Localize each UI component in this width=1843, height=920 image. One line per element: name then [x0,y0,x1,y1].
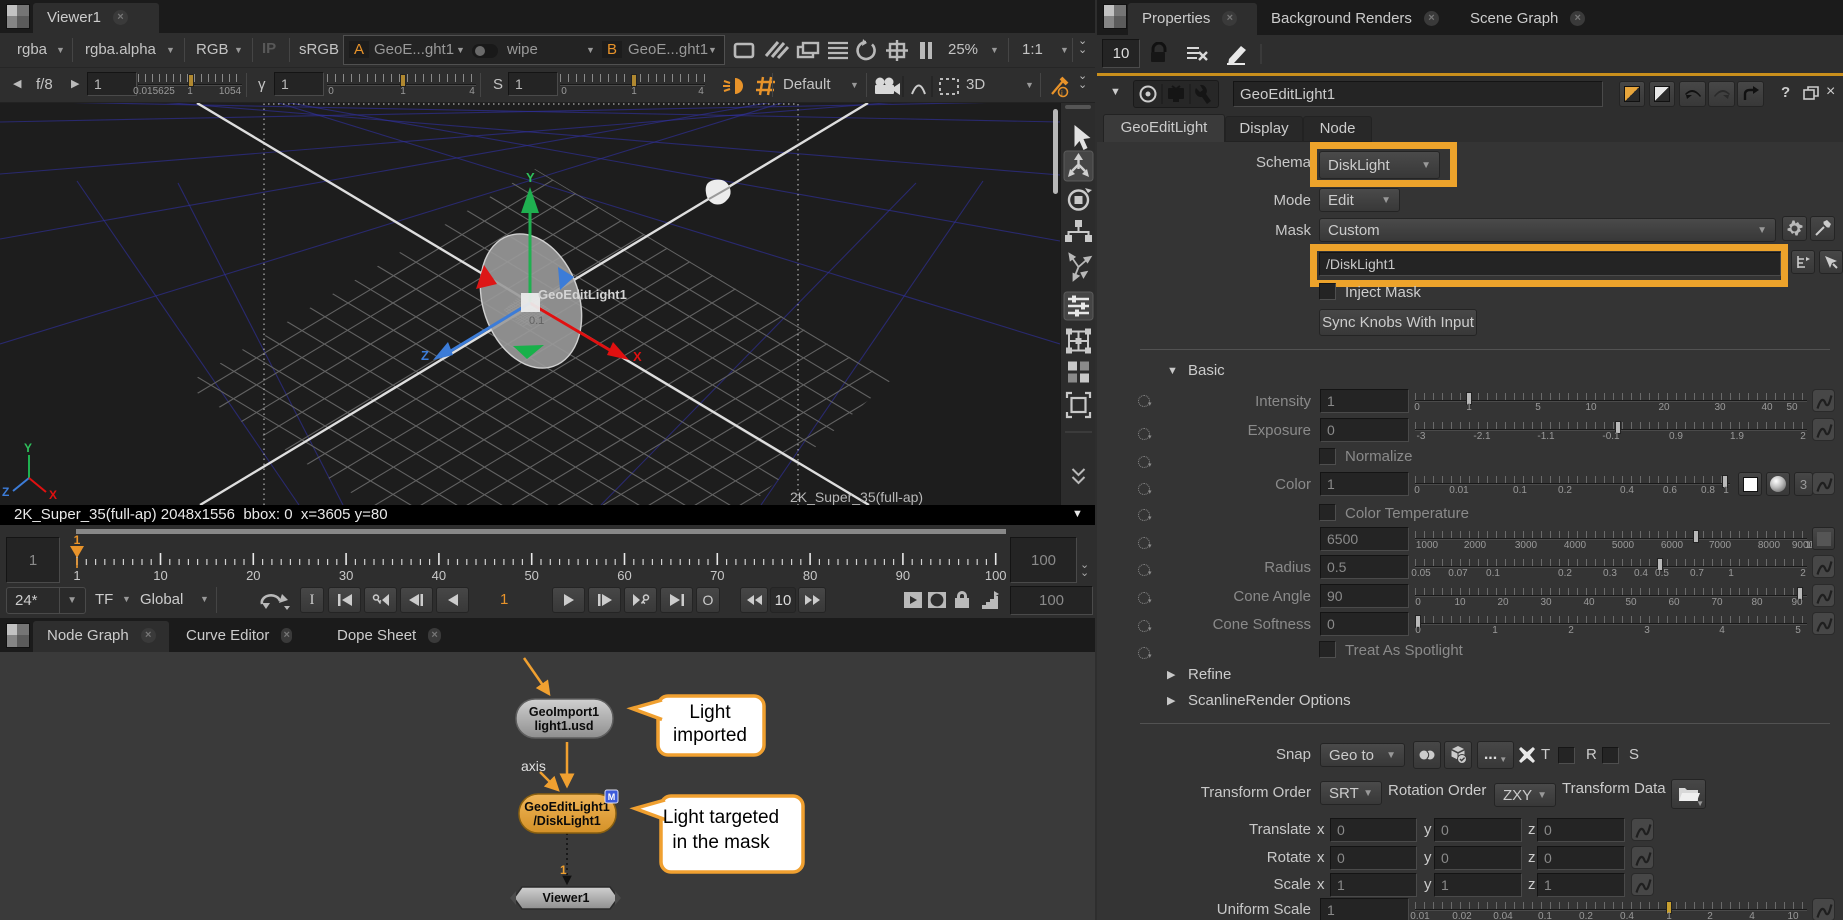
svg-text:Z: Z [421,348,429,363]
svg-text:Viewer1: Viewer1 [542,891,589,905]
svg-text:10: 10 [153,568,167,583]
svg-text:M: M [608,792,616,802]
svg-text:X: X [633,349,642,364]
svg-text:Y: Y [24,441,32,455]
svg-text:80: 80 [803,568,817,583]
svg-text:100: 100 [985,568,1007,583]
svg-text:GeoImport1: GeoImport1 [529,705,599,719]
svg-text:70: 70 [710,568,724,583]
svg-text:/DiskLight1: /DiskLight1 [533,814,600,828]
svg-text:Y: Y [526,170,535,185]
svg-text:i: i [1061,89,1063,98]
svg-text:Light: Light [689,702,731,723]
svg-text:in the mask: in the mask [672,832,770,853]
svg-text:1: 1 [74,533,81,547]
svg-text:60: 60 [617,568,631,583]
svg-text:90: 90 [896,568,910,583]
svg-text:axis: axis [521,758,546,774]
svg-text:X: X [49,488,57,502]
svg-text:Z: Z [2,485,9,499]
svg-text:2K_Super_35(full-ap): 2K_Super_35(full-ap) [790,489,923,505]
svg-text:GeoEditLight1: GeoEditLight1 [524,800,609,814]
svg-text:50: 50 [524,568,538,583]
svg-text:1: 1 [560,863,567,877]
svg-text:light1.usd: light1.usd [534,719,593,733]
svg-text:40: 40 [432,568,446,583]
svg-text:Light targeted: Light targeted [663,807,779,828]
svg-text:0.1: 0.1 [529,315,544,327]
svg-text:GeoEditLight1: GeoEditLight1 [538,287,627,302]
svg-text:30: 30 [339,568,353,583]
svg-text:1: 1 [73,568,80,583]
svg-text:20: 20 [246,568,260,583]
svg-text:imported: imported [673,725,747,746]
